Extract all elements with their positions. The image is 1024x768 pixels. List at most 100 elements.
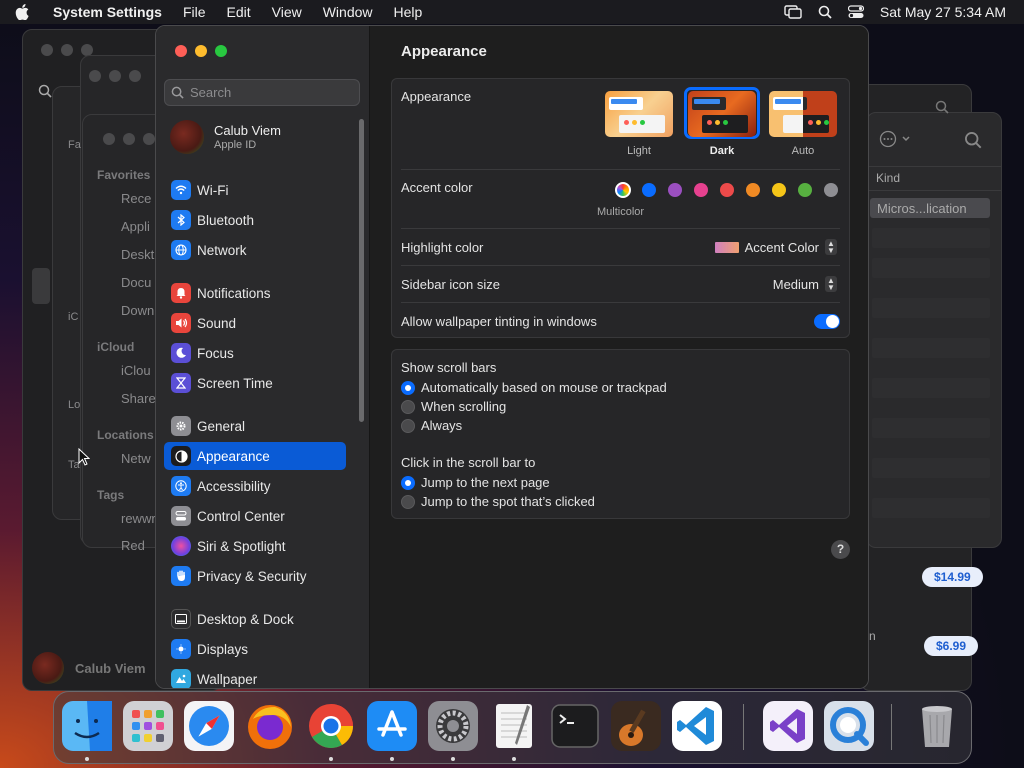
close-button[interactable]	[175, 45, 187, 57]
finder-item[interactable]: rewwr	[121, 511, 156, 526]
finder-item[interactable]: Red	[121, 538, 145, 553]
more-options-icon[interactable]	[879, 130, 913, 148]
sidebar-item-accessibility[interactable]: Accessibility	[164, 472, 346, 500]
sidebar-item-wallpaper[interactable]: Wallpaper	[164, 665, 346, 688]
highlight-color-popup[interactable]: Accent Color ▲ ▼	[714, 239, 837, 255]
spotlight-search-icon[interactable]	[818, 5, 832, 19]
table-row[interactable]	[872, 258, 990, 278]
accent-color-swatch[interactable]	[798, 183, 812, 197]
sidebar-item-siri-spotlight[interactable]: Siri & Spotlight	[164, 532, 346, 560]
garageband-icon[interactable]	[611, 701, 661, 751]
scroll-bars-option-automatic[interactable]: Automatically based on mouse or trackpad	[401, 380, 667, 395]
apple-menu-icon[interactable]	[0, 4, 44, 20]
zoom-button[interactable]	[215, 45, 227, 57]
price-button[interactable]: $6.99	[924, 636, 979, 656]
terminal-icon[interactable]	[550, 701, 600, 751]
price-button[interactable]: $14.99	[922, 567, 983, 587]
visual-studio-icon[interactable]	[763, 701, 813, 751]
radio-button[interactable]	[401, 399, 415, 414]
kind-column-header[interactable]: Kind	[876, 171, 900, 185]
sidebar-item-privacy-security[interactable]: Privacy & Security	[164, 562, 346, 590]
scroll-bars-option-when-scrolling[interactable]: When scrolling	[401, 399, 506, 414]
sidebar-scrollbar[interactable]	[359, 119, 364, 422]
accent-color-swatch[interactable]	[694, 183, 708, 197]
safari-icon[interactable]	[184, 701, 234, 751]
wallpaper-tinting-toggle[interactable]	[814, 314, 840, 329]
firefox-icon[interactable]	[245, 701, 295, 751]
menu-edit[interactable]: Edit	[217, 4, 262, 20]
finder-item[interactable]: Appli	[121, 219, 150, 234]
sidebar-item-bluetooth[interactable]: Bluetooth	[164, 206, 346, 234]
menu-window[interactable]: Window	[313, 4, 384, 20]
finder-icon[interactable]	[62, 701, 112, 751]
chrome-icon[interactable]	[306, 701, 356, 751]
store-divider	[866, 166, 1002, 167]
sidebar-item-desktop-dock[interactable]: Desktop & Dock	[164, 605, 346, 633]
sidebar-item-control-center[interactable]: Control Center	[164, 502, 346, 530]
accent-color-swatch[interactable]	[720, 183, 734, 197]
minimize-button[interactable]	[195, 45, 207, 57]
vscode-icon[interactable]	[672, 701, 722, 751]
appearance-settings-card: Appearance Light Dark Auto Accent color …	[391, 78, 850, 338]
finder-item[interactable]: Rece	[121, 191, 151, 206]
finder-item[interactable]: Docu	[121, 275, 151, 290]
table-row[interactable]	[872, 498, 990, 518]
table-row[interactable]	[872, 418, 990, 438]
sidebar-item-wifi[interactable]: Wi-Fi	[164, 176, 346, 204]
trash-icon[interactable]	[912, 701, 962, 751]
accent-color-swatch[interactable]	[668, 183, 682, 197]
menu-view[interactable]: View	[262, 4, 313, 20]
scroll-bars-option-always[interactable]: Always	[401, 418, 462, 433]
finder-item[interactable]: iClou	[121, 363, 151, 378]
apple-id-account[interactable]: Calub Viem Apple ID	[170, 120, 281, 154]
radio-button[interactable]	[401, 418, 415, 433]
search-icon[interactable]	[964, 131, 982, 149]
sidebar-item-network[interactable]: Network	[164, 236, 346, 264]
sidebar-icon-size-popup[interactable]: Medium ▲ ▼	[773, 276, 837, 292]
table-row[interactable]	[872, 228, 990, 248]
menu-clock[interactable]: Sat May 27 5:34 AM	[880, 4, 1006, 20]
search-input[interactable]	[190, 85, 350, 100]
accent-color-swatch[interactable]	[746, 183, 760, 197]
appearance-light-option[interactable]	[605, 91, 673, 137]
finder-item[interactable]: Deskt	[121, 247, 154, 262]
table-row[interactable]	[872, 378, 990, 398]
appearance-dark-option[interactable]	[688, 91, 756, 137]
sidebar-item-screen-time[interactable]: Screen Time	[164, 369, 346, 397]
accent-color-swatch[interactable]	[642, 183, 656, 197]
sidebar-item-notifications[interactable]: Notifications	[164, 279, 346, 307]
help-button[interactable]: ?	[831, 540, 850, 559]
radio-button[interactable]	[401, 380, 415, 395]
menu-app-name[interactable]: System Settings	[44, 4, 173, 20]
control-center-icon[interactable]	[847, 5, 864, 19]
screen-mirroring-icon[interactable]	[784, 5, 802, 19]
click-scroll-option-next-page[interactable]: Jump to the next page	[401, 475, 550, 490]
search-field[interactable]	[164, 79, 360, 106]
radio-button[interactable]	[401, 475, 415, 490]
accent-multicolor-swatch[interactable]	[615, 182, 631, 198]
accent-color-swatch[interactable]	[824, 183, 838, 197]
sidebar-item-general[interactable]: General	[164, 412, 346, 440]
appearance-auto-option[interactable]	[769, 91, 837, 137]
sidebar-item-displays[interactable]: Displays	[164, 635, 346, 663]
sidebar-item-focus[interactable]: Focus	[164, 339, 346, 367]
finder-item[interactable]: Down	[121, 303, 154, 318]
accent-color-swatch[interactable]	[772, 183, 786, 197]
app-store-icon[interactable]	[367, 701, 417, 751]
finder-item[interactable]: Share	[121, 391, 156, 406]
sidebar-item-appearance[interactable]: Appearance	[164, 442, 346, 470]
table-row[interactable]	[872, 298, 990, 318]
search-icon[interactable]	[935, 100, 949, 114]
system-settings-icon[interactable]	[428, 701, 478, 751]
click-scroll-option-spot-clicked[interactable]: Jump to the spot that’s clicked	[401, 494, 595, 509]
radio-button[interactable]	[401, 494, 415, 509]
table-row[interactable]	[872, 458, 990, 478]
textedit-icon[interactable]	[489, 701, 539, 751]
quicktime-icon[interactable]	[824, 701, 874, 751]
menu-file[interactable]: File	[173, 4, 217, 20]
launchpad-icon[interactable]	[123, 701, 173, 751]
menu-help[interactable]: Help	[384, 4, 434, 20]
finder-item[interactable]: Netw	[121, 451, 151, 466]
sidebar-item-sound[interactable]: Sound	[164, 309, 346, 337]
table-row[interactable]	[872, 338, 990, 358]
